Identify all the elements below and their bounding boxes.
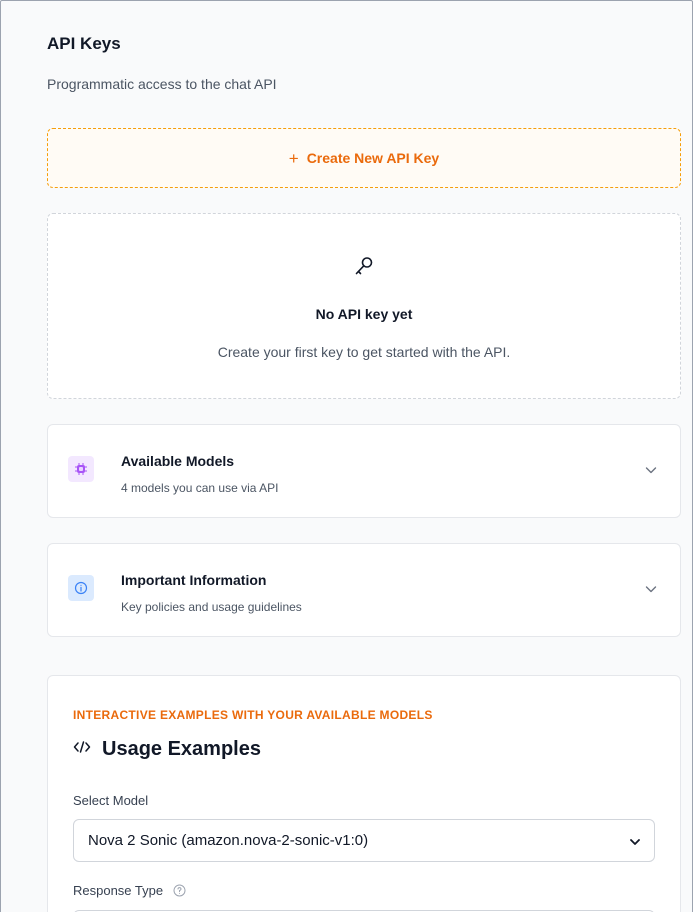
empty-state: No API key yet Create your first key to … [47,213,681,399]
usage-examples-card: INTERACTIVE EXAMPLES WITH YOUR AVAILABLE… [47,675,681,912]
page-subtitle: Programmatic access to the chat API [47,76,277,92]
chevron-down-icon [644,463,658,477]
usage-examples-heading: Usage Examples [73,738,261,761]
info-icon [68,575,94,601]
chevron-down-icon [629,835,641,847]
api-keys-panel: API Keys Programmatic access to the chat… [0,0,693,912]
model-select[interactable]: Nova 2 Sonic (amazon.nova-2-sonic-v1:0) [73,819,655,862]
plus-icon: + [288,148,299,168]
empty-state-title: No API key yet [315,306,413,322]
select-model-label: Select Model [73,793,149,808]
chip-icon [68,456,94,482]
available-models-accordion[interactable]: Available Models 4 models you can use vi… [47,424,681,518]
response-type-label: Response Type [73,883,186,900]
key-icon [352,254,376,278]
model-select-value: Nova 2 Sonic (amazon.nova-2-sonic-v1:0) [88,832,369,849]
usage-examples-eyebrow: INTERACTIVE EXAMPLES WITH YOUR AVAILABLE… [73,708,433,722]
help-icon[interactable] [173,884,186,900]
available-models-title: Available Models [121,453,235,469]
create-api-key-label: Create New API Key [306,150,440,166]
chevron-down-icon [644,582,658,596]
page-title: API Keys [47,34,121,53]
available-models-description: 4 models you can use via API [121,481,279,495]
code-icon [73,740,91,759]
empty-state-description: Create your first key to get started wit… [217,344,511,360]
usage-examples-title: Usage Examples [102,738,261,760]
important-information-title: Important Information [121,572,267,588]
important-information-accordion[interactable]: Important Information Key policies and u… [47,543,681,637]
important-information-description: Key policies and usage guidelines [121,600,302,614]
response-type-label-text: Response Type [73,883,164,898]
create-api-key-button[interactable]: + Create New API Key [47,128,681,188]
